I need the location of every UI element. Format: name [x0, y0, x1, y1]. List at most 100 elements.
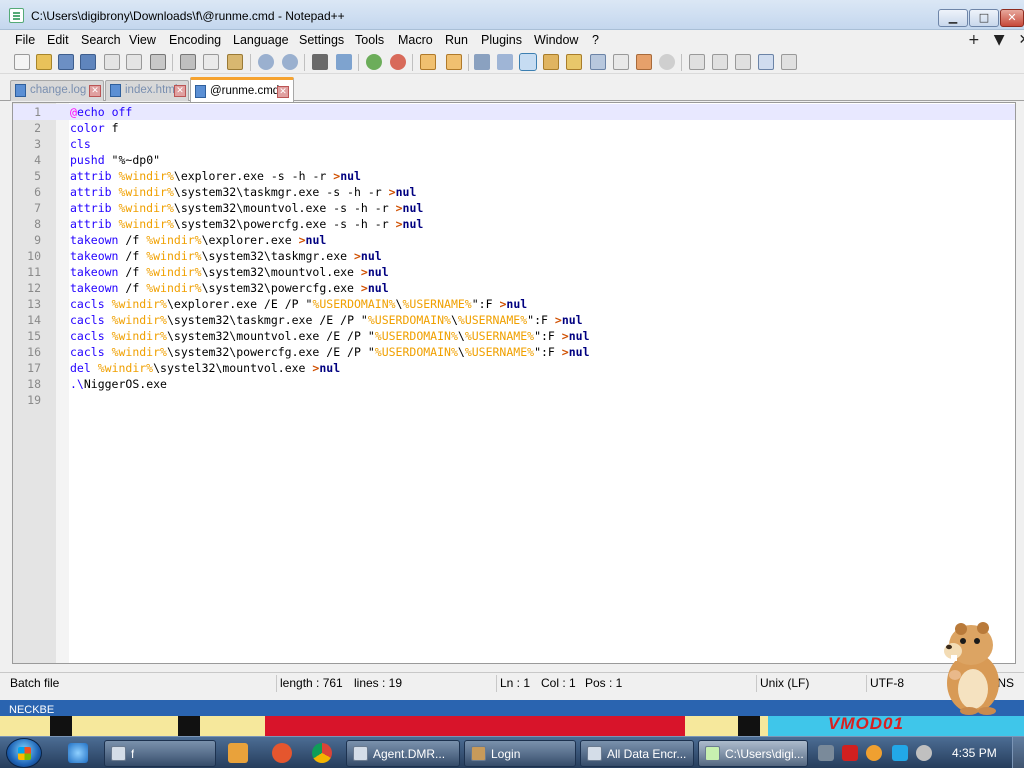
code-text: cacls %windir%\system32\mountvol.exe /E … [70, 329, 590, 343]
replace-icon[interactable] [336, 54, 352, 70]
line-number: 15 [27, 329, 41, 343]
function-list-icon[interactable] [590, 54, 606, 70]
menu-search[interactable]: Search [81, 33, 121, 47]
tab-change-log[interactable]: change.log ✕ [10, 80, 104, 101]
cut-icon[interactable] [180, 54, 196, 70]
redo-icon[interactable] [282, 54, 298, 70]
document-window-controls[interactable]: +▼✕ [968, 32, 1024, 48]
eye-icon[interactable] [659, 54, 675, 70]
task-all-data-encrypted[interactable]: All Data Encr... [580, 740, 694, 767]
code-text: takeown /f %windir%\explorer.exe >nul [70, 233, 327, 247]
menu-language[interactable]: Language [233, 33, 289, 47]
tab-close-icon[interactable]: ✕ [174, 85, 186, 97]
language-udl-icon[interactable] [543, 54, 559, 70]
status-length: length : 761 [280, 676, 343, 690]
line-number: 8 [34, 217, 41, 231]
find-icon[interactable] [312, 54, 328, 70]
copy-icon[interactable] [203, 54, 219, 70]
tab-close-icon[interactable]: ✕ [89, 85, 101, 97]
menu-plugins[interactable]: Plugins [481, 33, 522, 47]
show-all-characters-icon[interactable] [497, 54, 513, 70]
stop-recording-icon[interactable] [712, 54, 728, 70]
save-macro-icon[interactable] [781, 54, 797, 70]
menu-help[interactable]: ? [592, 33, 599, 47]
wallpaper-band [738, 716, 760, 736]
system-clock[interactable]: 4:35 PM [952, 746, 997, 760]
code-text: takeown /f %windir%\system32\powercfg.ex… [70, 281, 389, 295]
close-all-icon[interactable] [126, 54, 142, 70]
window-title: C:\Users\digibrony\Downloads\f\@runme.cm… [31, 9, 345, 23]
menu-window[interactable]: Window [534, 33, 578, 47]
word-wrap-icon[interactable] [474, 54, 490, 70]
close-button[interactable]: ✕ [1000, 9, 1024, 27]
status-eol[interactable]: Unix (LF) [760, 676, 809, 690]
open-file-icon[interactable] [36, 54, 52, 70]
code-text: takeown /f %windir%\system32\taskmgr.exe… [70, 249, 382, 263]
task-f[interactable]: f [104, 740, 216, 767]
document-map-icon[interactable] [566, 54, 582, 70]
new-file-icon[interactable] [14, 54, 30, 70]
line-number: 9 [34, 233, 41, 247]
code-text: del %windir%\systel32\mountvol.exe >nul [70, 361, 341, 375]
start-button[interactable] [6, 738, 42, 768]
menu-view[interactable]: View [129, 33, 156, 47]
tab-runme-cmd[interactable]: @runme.cmd ✕ [190, 77, 294, 102]
zoom-out-icon[interactable] [390, 54, 406, 70]
line-number: 11 [27, 265, 41, 279]
status-bar: Batch file length : 761 lines : 19 Ln : … [0, 672, 1024, 694]
menu-bar: File Edit Search View Encoding Language … [0, 31, 1024, 50]
sync-horizontal-icon[interactable] [446, 54, 462, 70]
notepad-app-icon[interactable] [9, 8, 24, 23]
undo-icon[interactable] [258, 54, 274, 70]
line-number: 6 [34, 185, 41, 199]
menu-run[interactable]: Run [445, 33, 468, 47]
file-icon [110, 84, 121, 97]
minimize-button[interactable]: ▁ [938, 9, 968, 27]
record-macro-icon[interactable] [689, 54, 705, 70]
display-tray-icon[interactable] [892, 745, 908, 761]
code-line: 2 color f [13, 120, 1013, 136]
menu-tools[interactable]: Tools [355, 33, 384, 47]
sync-vertical-icon[interactable] [420, 54, 436, 70]
tab-label: index.html [125, 84, 178, 96]
code-editor[interactable]: 1 @echo off 2 color f 3 cls 4 pushd "%~dp0" 5 att… [12, 102, 1016, 664]
print-icon[interactable] [150, 54, 166, 70]
run-macro-multiple-icon[interactable] [758, 54, 774, 70]
monitoring-icon[interactable] [636, 54, 652, 70]
menu-file[interactable]: File [15, 33, 35, 47]
save-icon[interactable] [58, 54, 74, 70]
status-encoding[interactable]: UTF-8 [870, 676, 904, 690]
folder-as-workspace-icon[interactable] [613, 54, 629, 70]
close-file-icon[interactable] [104, 54, 120, 70]
menu-edit[interactable]: Edit [47, 33, 69, 47]
code-line: 9 takeown /f %windir%\explorer.exe >nul [13, 232, 1013, 248]
task-notepad-plus-plus[interactable]: C:\Users\digi... [698, 740, 808, 767]
media-player-icon[interactable] [228, 743, 248, 763]
menu-encoding[interactable]: Encoding [169, 33, 221, 47]
title-bar[interactable]: C:\Users\digibrony\Downloads\f\@runme.cm… [0, 0, 1024, 30]
volume-tray-icon[interactable] [916, 745, 932, 761]
hamster-app-icon[interactable] [272, 743, 292, 763]
show-desktop-button[interactable] [1012, 737, 1024, 768]
paste-icon[interactable] [227, 54, 243, 70]
internet-explorer-icon[interactable] [68, 743, 88, 763]
code-line: 13 cacls %windir%\explorer.exe /E /P "%US… [13, 296, 1013, 312]
task-agent-dmr[interactable]: Agent.DMR... [346, 740, 460, 767]
maximize-button[interactable]: □ [969, 9, 999, 27]
line-number: 12 [27, 281, 41, 295]
code-line: 7 attrib %windir%\system32\mountvol.exe -… [13, 200, 1013, 216]
search-tray-icon[interactable] [866, 745, 882, 761]
network-tray-icon[interactable] [818, 745, 834, 761]
menu-macro[interactable]: Macro [398, 33, 433, 47]
tab-close-icon[interactable]: ✕ [277, 86, 289, 98]
indent-guide-icon[interactable] [519, 53, 537, 71]
zoom-in-icon[interactable] [366, 54, 382, 70]
line-number: 3 [34, 137, 41, 151]
playback-macro-icon[interactable] [735, 54, 751, 70]
tab-index-html[interactable]: index.html ✕ [105, 80, 189, 101]
chrome-icon[interactable] [312, 743, 332, 763]
task-login[interactable]: Login [464, 740, 576, 767]
menu-settings[interactable]: Settings [299, 33, 344, 47]
save-all-icon[interactable] [80, 54, 96, 70]
antivirus-tray-icon[interactable] [842, 745, 858, 761]
